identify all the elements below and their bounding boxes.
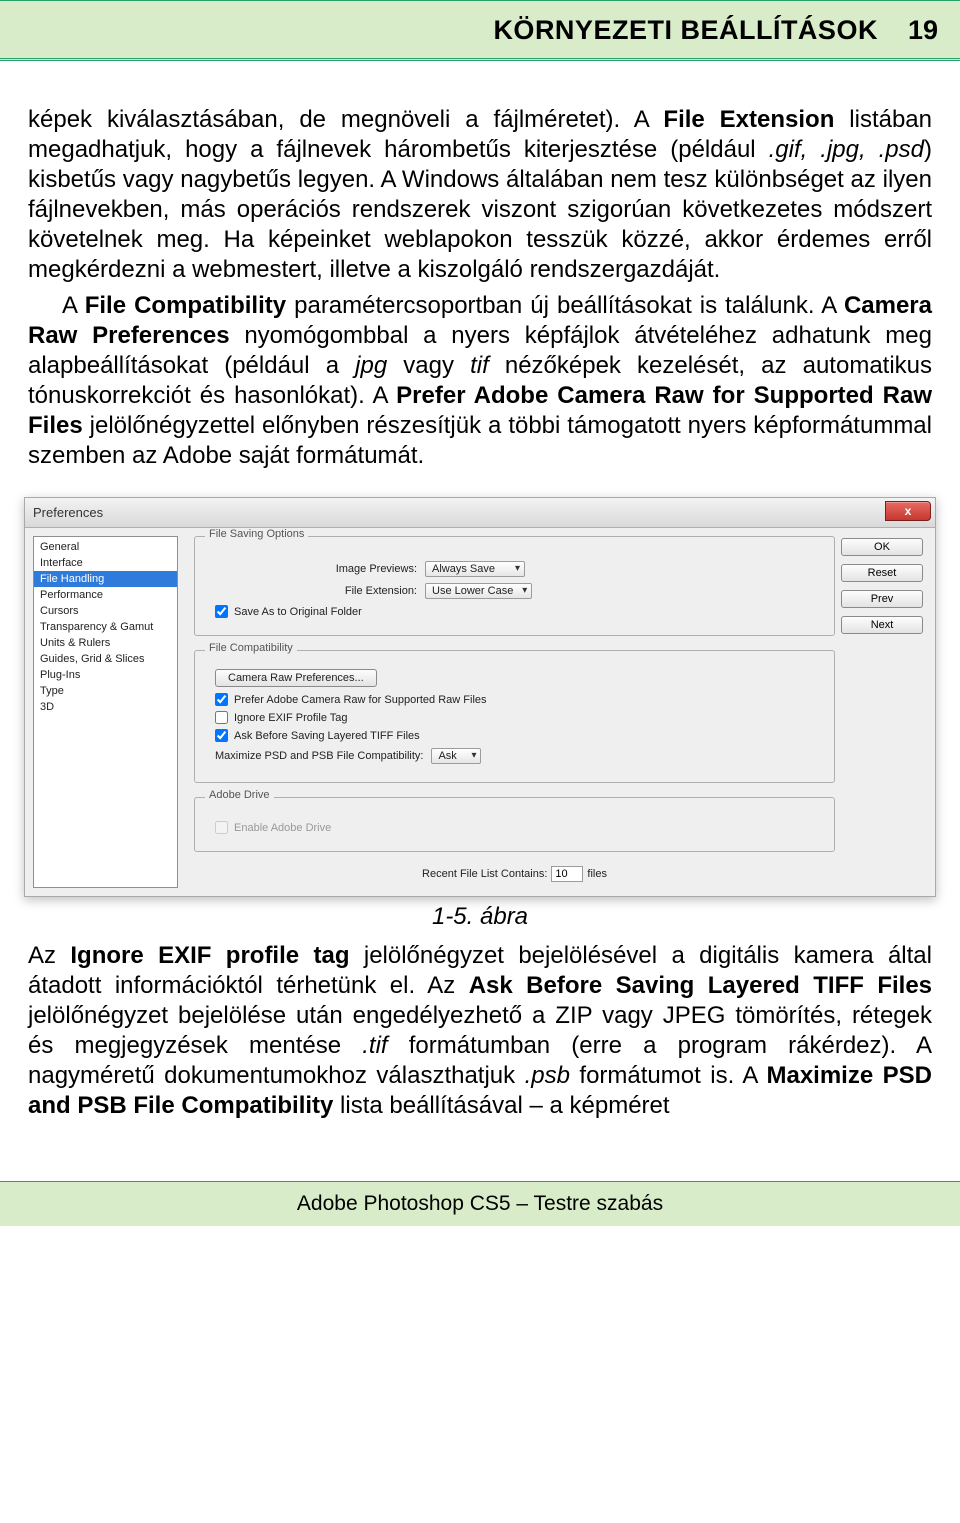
page-header: KÖRNYEZETI BEÁLLÍTÁSOK 19 (0, 0, 960, 61)
input-recent-count[interactable] (551, 866, 583, 882)
page-footer: Adobe Photoshop CS5 – Testre szabás (0, 1181, 960, 1226)
sidebar-item-units[interactable]: Units & Rulers (34, 635, 177, 651)
settings-panel: File Saving Options Image Previews: Alwa… (178, 528, 841, 896)
term-ignore-exif: Ignore EXIF profile tag (70, 942, 349, 969)
dropdown-maximize-compat[interactable]: Ask (431, 748, 481, 764)
group-label: File Saving Options (205, 528, 308, 540)
group-file-compat: File Compatibility Camera Raw Preference… (194, 650, 835, 783)
checkbox-ask-tiff[interactable]: Ask Before Saving Layered TIFF Files (215, 729, 822, 742)
term-file-extension: File Extension (663, 106, 834, 133)
group-label: File Compatibility (205, 642, 297, 654)
checkbox-enable-drive[interactable]: Enable Adobe Drive (215, 821, 822, 834)
dialog-buttons: OK Reset Prev Next (841, 528, 935, 896)
paragraph-1: képek kiválasztásában, de megnöveli a fá… (28, 105, 932, 285)
checkbox-input (215, 821, 228, 834)
document-body: képek kiválasztásában, de megnöveli a fá… (0, 61, 960, 487)
term-ask-tiff: Ask Before Saving Layered TIFF Files (469, 972, 932, 999)
paragraph-3: Az Ignore EXIF profile tag jelölőnégyzet… (28, 941, 932, 1121)
window-title: Preferences (33, 505, 103, 520)
close-icon: x (905, 504, 912, 518)
label-files-suffix: files (587, 868, 607, 880)
sidebar-item-file-handling[interactable]: File Handling (34, 571, 177, 587)
sidebar-item-performance[interactable]: Performance (34, 587, 177, 603)
sidebar-item-guides[interactable]: Guides, Grid & Slices (34, 651, 177, 667)
sidebar-item-general[interactable]: General (34, 539, 177, 555)
sidebar-item-cursors[interactable]: Cursors (34, 603, 177, 619)
ok-button[interactable]: OK (841, 538, 923, 556)
sidebar-item-interface[interactable]: Interface (34, 555, 177, 571)
label-image-previews: Image Previews: (207, 563, 417, 575)
label-file-extension: File Extension: (207, 585, 417, 597)
next-button[interactable]: Next (841, 616, 923, 634)
paragraph-2: A File Compatibility paramétercsoportban… (28, 291, 932, 471)
category-sidebar[interactable]: General Interface File Handling Performa… (33, 536, 178, 888)
checkbox-ignore-exif[interactable]: Ignore EXIF Profile Tag (215, 711, 822, 724)
camera-raw-pref-button[interactable]: Camera Raw Preferences... (215, 669, 377, 687)
group-label: Adobe Drive (205, 789, 274, 801)
figure-caption: 1-5. ábra (0, 903, 960, 931)
sidebar-item-type[interactable]: Type (34, 683, 177, 699)
close-button[interactable]: x (885, 501, 931, 521)
checkbox-input[interactable] (215, 711, 228, 724)
label-recent-files: Recent File List Contains: (422, 868, 547, 880)
reset-button[interactable]: Reset (841, 564, 923, 582)
label-maximize-compat: Maximize PSD and PSB File Compatibility: (215, 750, 423, 762)
checkbox-prefer-acr[interactable]: Prefer Adobe Camera Raw for Supported Ra… (215, 693, 822, 706)
checkbox-save-as-original[interactable]: Save As to Original Folder (215, 605, 822, 618)
dropdown-image-previews[interactable]: Always Save (425, 561, 525, 577)
sidebar-item-transparency[interactable]: Transparency & Gamut (34, 619, 177, 635)
term-file-compat: File Compatibility (85, 292, 286, 319)
group-adobe-drive: Adobe Drive Enable Adobe Drive (194, 797, 835, 852)
sidebar-item-plugins[interactable]: Plug-Ins (34, 667, 177, 683)
checkbox-input[interactable] (215, 605, 228, 618)
titlebar: Preferences x (25, 498, 935, 528)
header-title: KÖRNYEZETI BEÁLLÍTÁSOK (493, 15, 878, 46)
group-file-saving: File Saving Options Image Previews: Alwa… (194, 536, 835, 636)
dialog-body: General Interface File Handling Performa… (25, 528, 935, 896)
checkbox-input[interactable] (215, 729, 228, 742)
checkbox-input[interactable] (215, 693, 228, 706)
sidebar-item-3d[interactable]: 3D (34, 699, 177, 715)
prev-button[interactable]: Prev (841, 590, 923, 608)
page-number: 19 (908, 15, 938, 46)
document-body-2: Az Ignore EXIF profile tag jelölőnégyzet… (0, 941, 960, 1137)
preferences-dialog: Preferences x General Interface File Han… (24, 497, 936, 897)
dropdown-file-extension[interactable]: Use Lower Case (425, 583, 532, 599)
